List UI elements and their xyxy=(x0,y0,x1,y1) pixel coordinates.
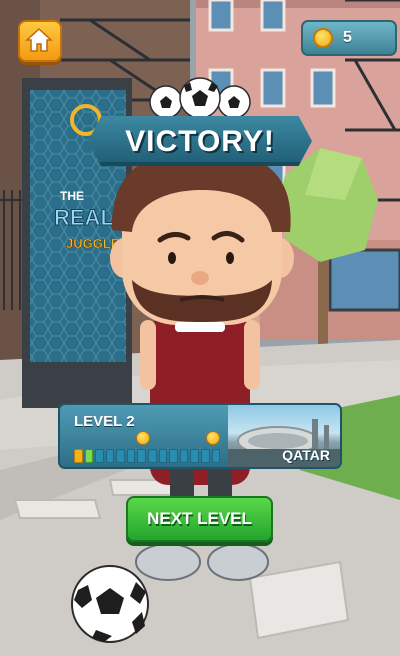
progress-segment xyxy=(84,449,94,463)
poster-line-2: REAL xyxy=(54,205,114,230)
milestone-coin-icon xyxy=(136,431,150,445)
game-screen: THE REAL JUGGLE 5 VICTORY! LEVEL 2 QATAR… xyxy=(0,0,400,656)
home-icon xyxy=(25,27,53,52)
progress-segment xyxy=(74,449,83,463)
progress-segment xyxy=(158,449,168,463)
progress-segment xyxy=(190,449,199,463)
coin-icon xyxy=(313,28,333,48)
progress-segment xyxy=(137,449,147,463)
milestone-coin-icon xyxy=(206,431,220,445)
progress-segment xyxy=(148,449,157,463)
victory-title: VICTORY! xyxy=(125,125,275,158)
progress-segment xyxy=(105,449,115,463)
next-level-label: NEXT LEVEL xyxy=(147,509,252,528)
poster-line-1: THE xyxy=(60,189,84,203)
next-level-button[interactable]: NEXT LEVEL xyxy=(126,496,273,542)
progress-segment xyxy=(200,449,210,463)
coin-count: 5 xyxy=(343,29,352,46)
victory-banner: VICTORY! xyxy=(88,116,312,166)
home-button[interactable] xyxy=(18,20,62,62)
soccer-ball xyxy=(71,565,149,643)
progress-segment xyxy=(169,449,178,463)
progress-segment xyxy=(179,449,189,463)
progress-segment xyxy=(116,449,125,463)
level-label: LEVEL 2 xyxy=(74,413,135,430)
level-country: QATAR xyxy=(282,447,330,463)
coin-counter: 5 xyxy=(301,20,397,56)
progress-segment xyxy=(95,449,104,463)
level-card: LEVEL 2 QATAR xyxy=(58,403,342,469)
progress-segment xyxy=(126,449,136,463)
level-progress-bar xyxy=(74,449,221,463)
progress-segment xyxy=(211,449,221,463)
